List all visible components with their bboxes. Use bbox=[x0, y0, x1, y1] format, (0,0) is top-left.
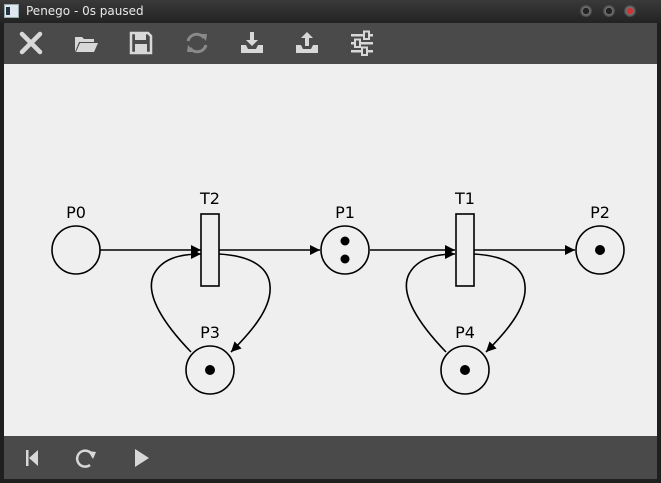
token bbox=[205, 365, 215, 375]
petri-net-diagram: P0 P1 P2 P3 P4 T2 T1 bbox=[51, 189, 625, 395]
export-button[interactable] bbox=[290, 27, 324, 59]
token bbox=[595, 245, 605, 255]
title-bar: Penego - 0s paused bbox=[0, 0, 661, 23]
redo-icon bbox=[75, 449, 96, 468]
import-icon bbox=[241, 32, 263, 53]
place-label: P1 bbox=[335, 203, 355, 222]
rewind-button[interactable] bbox=[16, 443, 46, 473]
reload-button[interactable] bbox=[180, 27, 214, 59]
token bbox=[460, 365, 470, 375]
playback-bar bbox=[4, 436, 657, 479]
arc-p4-t1 bbox=[405, 249, 456, 353]
folder-open-icon bbox=[75, 37, 98, 52]
token bbox=[340, 236, 350, 246]
minimize-button[interactable] bbox=[580, 5, 592, 17]
place-p1[interactable]: P1 bbox=[320, 203, 370, 275]
window-title: Penego - 0s paused bbox=[26, 4, 144, 18]
app-window: Penego - 0s paused P0 P1 P2 P3 P4 T2 T1 bbox=[0, 0, 661, 483]
reload-icon bbox=[186, 32, 208, 54]
close-window-button[interactable] bbox=[624, 5, 636, 17]
save-icon bbox=[129, 31, 153, 55]
step-button[interactable] bbox=[71, 443, 101, 473]
place-p0[interactable]: P0 bbox=[51, 203, 101, 275]
token bbox=[340, 254, 350, 264]
arc-t1-p4 bbox=[473, 253, 526, 353]
transition-t1[interactable]: T1 bbox=[454, 189, 475, 287]
export-icon bbox=[296, 32, 318, 53]
save-button[interactable] bbox=[124, 27, 158, 59]
import-button[interactable] bbox=[235, 27, 269, 59]
close-icon bbox=[19, 31, 43, 55]
maximize-button[interactable] bbox=[603, 5, 615, 17]
toolbar bbox=[4, 23, 657, 64]
place-p3[interactable]: P3 bbox=[185, 323, 235, 395]
place-label: P2 bbox=[590, 203, 610, 222]
play-button[interactable] bbox=[126, 443, 156, 473]
settings-sliders-icon bbox=[351, 30, 373, 56]
place-label: P3 bbox=[200, 323, 220, 342]
place-p2[interactable]: P2 bbox=[575, 203, 625, 275]
skip-to-start-icon bbox=[26, 450, 38, 466]
transition-t2[interactable]: T2 bbox=[199, 189, 220, 287]
place-p4[interactable]: P4 bbox=[440, 323, 490, 395]
play-icon bbox=[135, 449, 149, 467]
place-label: P0 bbox=[66, 203, 86, 222]
settings-button[interactable] bbox=[345, 27, 379, 59]
place-label: P4 bbox=[455, 323, 475, 342]
close-file-button[interactable] bbox=[14, 27, 48, 59]
transition-label: T1 bbox=[454, 189, 475, 208]
app-icon bbox=[4, 4, 19, 18]
petri-net-canvas[interactable]: P0 P1 P2 P3 P4 T2 T1 bbox=[4, 64, 657, 436]
arc-p3-t2 bbox=[150, 249, 202, 353]
open-button[interactable] bbox=[69, 27, 103, 59]
arc-t2-p3 bbox=[218, 253, 271, 353]
transition-label: T2 bbox=[199, 189, 220, 208]
